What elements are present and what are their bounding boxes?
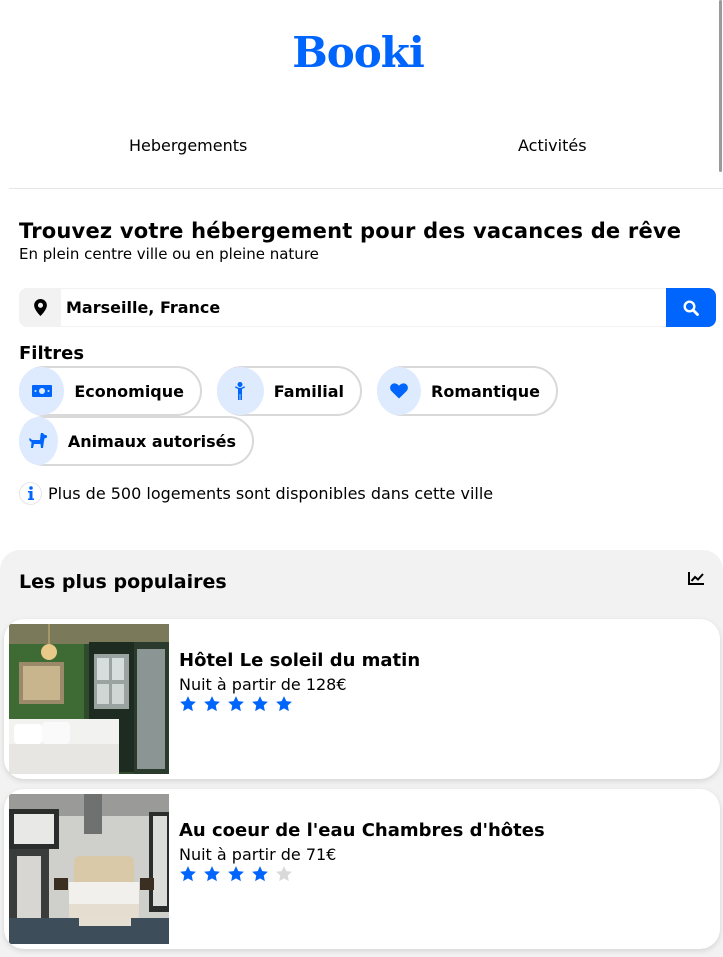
search-button[interactable]: [666, 288, 716, 327]
star-rating: [179, 865, 293, 883]
hotel-image: [9, 794, 169, 944]
scrollbar[interactable]: [719, 0, 722, 172]
page-title: Trouvez votre hébergement pour des vacan…: [19, 219, 682, 243]
star-icon: [252, 866, 268, 882]
filters-title: Filtres: [19, 343, 85, 364]
hotel-price: Nuit à partir de 128€: [179, 675, 347, 694]
nav-activites[interactable]: Activités: [518, 136, 587, 155]
filter-label: Animaux autorisés: [67, 431, 236, 451]
info-icon: [19, 482, 42, 505]
hotel-price: Nuit à partir de 71€: [179, 845, 337, 864]
filter-label: Romantique: [431, 381, 540, 401]
info-text: Plus de 500 logements sont disponibles d…: [48, 484, 494, 503]
child-icon: [217, 367, 264, 415]
search-icon: [683, 299, 699, 316]
star-rating: [179, 695, 293, 713]
filter-label: Economique: [74, 381, 184, 401]
search-bar: [19, 288, 716, 327]
star-icon: [228, 696, 244, 712]
dog-icon: [19, 417, 58, 465]
filter-label: Familial: [273, 381, 344, 401]
star-icon: [180, 866, 196, 882]
hotel-card[interactable]: Au coeur de l'eau Chambres d'hôtes Nuit …: [4, 789, 720, 949]
star-icon: [276, 866, 292, 882]
star-icon: [204, 696, 220, 712]
filter-economique[interactable]: Economique: [19, 366, 202, 416]
nav-divider: [9, 188, 723, 189]
main-nav: Hebergements Activités: [0, 136, 716, 158]
money-icon: [19, 367, 65, 415]
info-message: Plus de 500 logements sont disponibles d…: [19, 482, 493, 505]
map-pin-icon: [19, 288, 61, 327]
filter-romantique[interactable]: Romantique: [377, 366, 558, 416]
heart-icon: [377, 367, 421, 415]
star-icon: [204, 866, 220, 882]
search-input[interactable]: [61, 288, 666, 327]
star-icon: [228, 866, 244, 882]
popular-title: Les plus populaires: [19, 571, 227, 593]
filter-animaux[interactable]: Animaux autorisés: [19, 416, 254, 466]
trend-chart-icon: [688, 570, 705, 589]
star-icon: [276, 696, 292, 712]
logo[interactable]: Booki: [0, 28, 716, 77]
star-icon: [180, 696, 196, 712]
nav-hebergements[interactable]: Hebergements: [129, 136, 247, 155]
hotel-image: [9, 624, 169, 774]
page-subtitle: En plein centre ville ou en pleine natur…: [19, 245, 319, 263]
star-icon: [252, 696, 268, 712]
hotel-name: Au coeur de l'eau Chambres d'hôtes: [179, 820, 545, 841]
filter-familial[interactable]: Familial: [217, 366, 362, 416]
hotel-name: Hôtel Le soleil du matin: [179, 650, 421, 671]
hotel-card[interactable]: Hôtel Le soleil du matin Nuit à partir d…: [4, 619, 720, 779]
